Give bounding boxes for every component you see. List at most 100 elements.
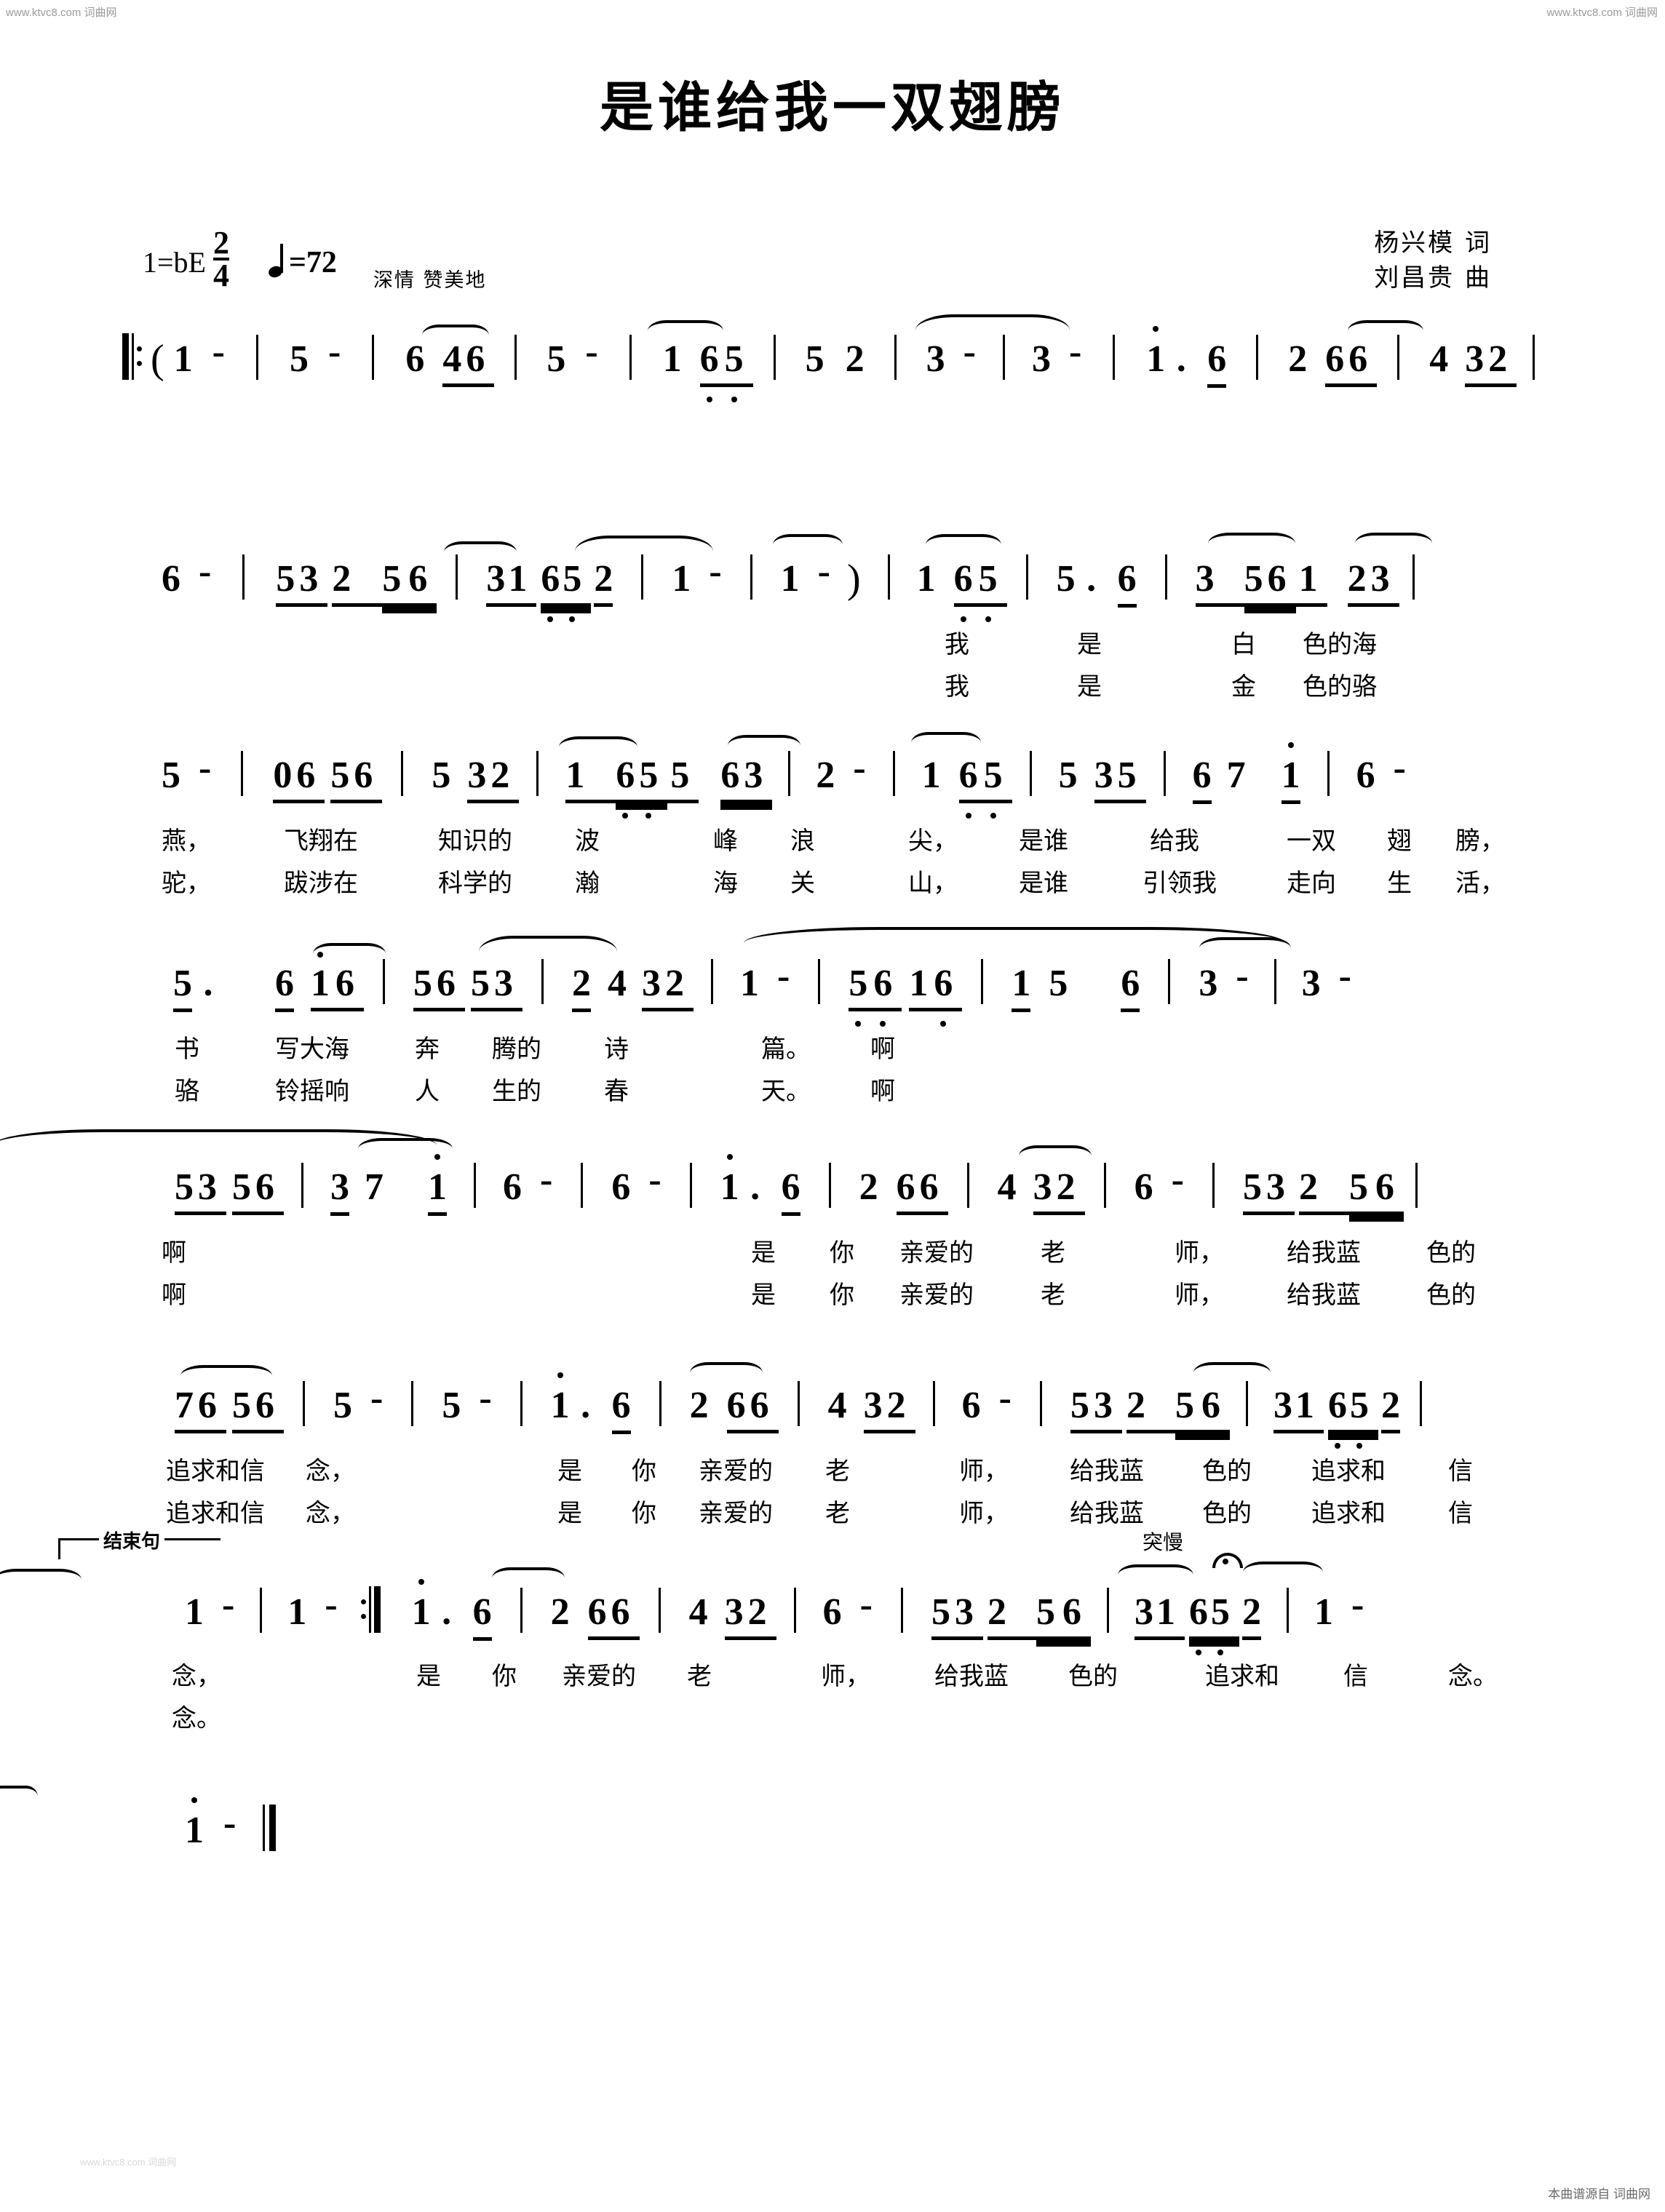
note: 6 xyxy=(405,338,425,380)
beam-group: 2 xyxy=(1380,1385,1400,1433)
note: 3 xyxy=(1301,963,1321,1004)
note: 5 xyxy=(333,1385,352,1426)
note: 5 xyxy=(670,755,690,796)
note: 6 xyxy=(1356,755,1375,796)
music-system-3: 5 - 06 56 5 32 1 65 5 63 2 - 1 6 5 5 3 5… xyxy=(0,732,1665,905)
note: 1 xyxy=(720,1154,739,1208)
lyric-syllable: 亲爱的 xyxy=(699,1499,773,1528)
beam-group-16th: 56 xyxy=(1036,1591,1091,1640)
note: 1 xyxy=(185,1591,204,1633)
lyric-syllable: 啊 xyxy=(162,1238,186,1268)
sheet-music-page: www.ktvc8.com 词曲网 www.ktvc8.com 词曲网 本曲谱源… xyxy=(0,0,1665,2212)
beam-group: 53 xyxy=(1070,1385,1122,1433)
barline xyxy=(788,751,791,796)
barline xyxy=(932,1381,935,1426)
time-signature-numerator: 2 xyxy=(213,225,229,260)
note: 3 xyxy=(486,558,506,600)
barline xyxy=(689,1163,692,1208)
beam-group-16th: 65 xyxy=(1188,1591,1239,1655)
lyric-syllable: 追求和信 xyxy=(166,1457,265,1486)
beam-group: 66 xyxy=(1325,338,1378,387)
augmentation-dot: . xyxy=(203,963,213,1004)
beam-group: 53 xyxy=(931,1591,983,1640)
beam-group: 31 xyxy=(1273,1385,1324,1433)
lyric-syllable: 念， xyxy=(306,1457,355,1486)
barline xyxy=(301,1163,303,1208)
lyric-syllable: 是 xyxy=(1077,630,1102,659)
barline xyxy=(581,1163,584,1208)
barline xyxy=(659,1381,661,1426)
note-row-7: 1 - 1 - 1 . 6 2 66 4 32 6 - 53 2 5 6 31 … xyxy=(0,1527,1665,1656)
note: 6 xyxy=(162,558,180,600)
note: 6 xyxy=(958,755,978,819)
note: 6 xyxy=(616,755,635,819)
note: 6 xyxy=(781,1166,800,1216)
note-extend: - xyxy=(1393,747,1406,789)
lyric-syllable: 色的 xyxy=(1202,1499,1252,1528)
score-header-left: 1=bE 2 4 =72 深情 赞美地 xyxy=(143,225,487,294)
lyric-syllable: 奔 xyxy=(415,1035,440,1064)
note-extend: - xyxy=(222,1584,235,1626)
barline xyxy=(1286,1588,1289,1633)
beam-group: 53 xyxy=(276,558,328,607)
lyric-syllable: 师， xyxy=(821,1662,870,1691)
barline xyxy=(514,335,517,380)
note: 5 xyxy=(805,338,824,380)
note: 3 xyxy=(954,1591,974,1633)
slur xyxy=(1355,533,1432,554)
note: 5 xyxy=(382,558,402,600)
note: 5 xyxy=(1349,1385,1369,1449)
note: 4 xyxy=(827,1385,847,1426)
lyric-syllable: 你 xyxy=(830,1281,854,1310)
lyric-syllable: 是 xyxy=(1077,672,1102,701)
beam-group: 53 xyxy=(471,963,522,1011)
barline xyxy=(1113,335,1116,380)
beam-group: 16 xyxy=(909,963,963,1027)
note: 5 xyxy=(1244,558,1263,600)
note: 6 xyxy=(1062,1591,1081,1633)
note: 5 xyxy=(162,755,180,796)
composer-credit: 刘昌贵 曲 xyxy=(1374,263,1492,293)
note: 2 xyxy=(332,558,351,600)
note: 6 xyxy=(354,755,373,796)
note: 6 xyxy=(408,558,428,600)
note: 5 xyxy=(983,755,1003,819)
tie xyxy=(575,536,713,568)
slur xyxy=(1348,320,1423,342)
note-extend: - xyxy=(370,1377,384,1419)
beam-group: 56 xyxy=(232,1385,284,1433)
note: 2 xyxy=(550,1591,570,1633)
note-extend: - xyxy=(325,1584,338,1626)
note: 6 xyxy=(750,1385,769,1426)
note-extend: - xyxy=(1351,1584,1364,1626)
lyric-syllable: 一双 xyxy=(1287,827,1336,856)
slur xyxy=(911,732,981,754)
note: 6 xyxy=(726,1385,746,1426)
quarter-note-icon xyxy=(269,243,287,279)
beam-group-16th: 56 xyxy=(1348,1166,1404,1215)
note: 6 xyxy=(1117,557,1137,608)
barline xyxy=(797,1381,800,1426)
lyric-syllable: 师， xyxy=(959,1457,1009,1486)
lyric-syllable: 尖， xyxy=(908,827,958,856)
note-extend: - xyxy=(212,331,225,373)
lyric-syllable: 给我 xyxy=(1150,827,1199,856)
note: 1 xyxy=(662,338,682,380)
beam-group-16th: 56 xyxy=(1244,558,1296,607)
note: 6 xyxy=(1207,338,1227,388)
barline xyxy=(887,554,890,600)
note: 4 xyxy=(688,1591,708,1633)
note: 1 xyxy=(909,963,929,1004)
note-extend: - xyxy=(199,747,212,789)
note: 3 xyxy=(1265,1166,1285,1208)
barline xyxy=(793,1588,796,1633)
note: 2 xyxy=(1380,1385,1400,1426)
note-extend: - xyxy=(1236,955,1249,997)
lyric-syllable: 师， xyxy=(1175,1281,1224,1310)
beam-group: 2 56 xyxy=(1126,1385,1230,1433)
lyric-syllable: 念。 xyxy=(1448,1662,1498,1691)
note-extend: - xyxy=(777,955,790,997)
lyric-syllable: 翅 xyxy=(1387,827,1412,856)
lyric-syllable: 铃摇响 xyxy=(275,1077,349,1106)
lyric-syllable: 关 xyxy=(790,869,815,898)
